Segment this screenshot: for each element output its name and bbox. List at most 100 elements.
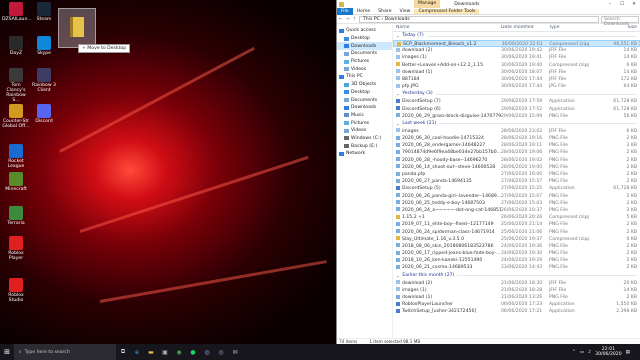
file-row[interactable]: panda.pfp 27/06/2020 16:00 PNG File 2 KB — [393, 171, 640, 178]
desktop-icon[interactable]: Discord — [30, 104, 58, 124]
file-row[interactable]: SCP_Blackmoment_Breach_v1.2 30/06/2020 22… — [393, 40, 640, 48]
chevron-up-icon[interactable]: ⌃ — [572, 350, 576, 355]
file-row[interactable]: Better+Leaves+Add-on+12.2_1.15 30/06/2020… — [393, 62, 640, 69]
task-view-icon[interactable]: ⧉ — [116, 344, 130, 360]
file-row[interactable]: 2020_06_28_endergamer-14648227 28/06/2020… — [393, 142, 640, 149]
file-row[interactable]: 2018_08_06_skin_20180806183523786 24/06/2… — [393, 243, 640, 250]
chrome-icon[interactable]: ◉ — [172, 344, 186, 360]
tab-share[interactable]: Share — [374, 9, 395, 14]
desktop-icon[interactable]: Rainbow 3 Client — [30, 68, 58, 93]
minimize-button[interactable]: – — [604, 2, 616, 7]
nav-item[interactable]: Videos — [337, 127, 392, 135]
desktop-icon[interactable]: DZSAILaun... — [2, 2, 32, 22]
notification-icon[interactable]: ▤ — [626, 350, 630, 355]
nav-item[interactable]: Pictures — [337, 58, 392, 66]
file-row[interactable]: 2019_07_11_elite-boy--fixed--12177149 25/… — [393, 221, 640, 228]
column-name[interactable]: Name — [393, 25, 501, 31]
context-tab-manage[interactable]: Manage — [414, 0, 441, 8]
desktop-icon[interactable]: Terraria — [2, 206, 30, 226]
group-header[interactable]: ⌄ Yesterday (3) — [393, 90, 640, 98]
forward-arrow-icon[interactable]: → — [345, 17, 350, 22]
column-type[interactable]: Type — [549, 25, 589, 31]
maximize-button[interactable]: ☐ — [616, 2, 628, 7]
spotify-icon[interactable]: ● — [186, 344, 200, 360]
desktop-icon[interactable]: Skype — [30, 36, 58, 56]
file-row[interactable]: 1.15.2 +1 26/06/2020 20:26 Compressed (zip… — [393, 214, 640, 221]
tab-file[interactable]: File — [337, 7, 353, 15]
group-header[interactable]: ⌄ Last week (21) — [393, 120, 640, 128]
search-input[interactable]: Search Downloads — [601, 15, 639, 27]
network-icon[interactable]: ▭ — [580, 350, 584, 355]
nav-item[interactable]: Documents — [337, 50, 392, 58]
file-row[interactable]: pfp.JPG 30/06/2020 17:44 JPG File 64 KB — [393, 83, 640, 90]
tab-home[interactable]: Home — [353, 9, 375, 14]
up-arrow-icon[interactable]: ↑ — [352, 17, 357, 22]
file-row[interactable]: 79014874d9e6f9ea48be034e27bb157b0... 28/0… — [393, 149, 640, 156]
file-row[interactable]: download (1) 21/06/2020 13:26 PNG File 2 KB — [393, 294, 640, 301]
file-row[interactable]: DiscordSetup (6) 29/06/2020 17:52 Applicat… — [393, 106, 640, 113]
group-header[interactable]: ⌄ Earlier this month (27) — [393, 272, 640, 280]
desktop-icon[interactable]: Roblox Studio — [2, 278, 30, 303]
desktop-icon[interactable]: Roblox Player — [2, 236, 30, 261]
nav-item[interactable]: Pictures — [337, 119, 392, 127]
file-row[interactable]: images (1) 21/06/2020 18:28 JFIF File 14 KB — [393, 287, 640, 294]
file-row[interactable]: 2020_06_27_panda-14694135 27/06/2020 15:5… — [393, 178, 640, 185]
nav-item[interactable]: Documents — [337, 96, 392, 104]
group-header[interactable]: ⌄ Today (7) — [393, 32, 640, 40]
file-row[interactable]: 2020_06_14_shoot-out--steve-14600528 28/0… — [393, 164, 640, 171]
steam-taskbar-icon[interactable]: ◎ — [214, 344, 228, 360]
tab-view[interactable]: View — [396, 9, 415, 14]
volume-icon[interactable]: ♪ — [588, 350, 591, 355]
nav-item[interactable]: Windows (C:) — [337, 135, 392, 143]
file-row[interactable]: TwitchSetup_[usher-342172456] 06/06/2020 … — [393, 308, 640, 315]
nav-item[interactable]: Network — [337, 150, 392, 158]
file-row[interactable]: RobloxPlayerLauncher 06/06/2020 17:23 Appl… — [393, 301, 640, 308]
file-row[interactable]: download (1) 30/06/2020 18:07 JFIF File 14 … — [393, 69, 640, 76]
nav-item[interactable]: Music — [337, 112, 392, 120]
nav-item[interactable]: Desktop — [337, 89, 392, 97]
file-row[interactable]: 2020_06_17_ripped-jeans-blue-fade-boy-..… — [393, 250, 640, 257]
store-icon[interactable]: ▣ — [158, 344, 172, 360]
nav-item[interactable]: Backup (E:) — [337, 142, 392, 150]
file-row[interactable]: 887184 30/06/2020 17:44 JFIF File 172 KB — [393, 76, 640, 83]
nav-item[interactable]: Desktop — [337, 35, 392, 43]
file-row[interactable]: 2018_10_26_ken-kaneki-12551490 24/06/2020… — [393, 257, 640, 264]
file-row[interactable]: 2020_06_30_cool-hoodie-14715324 28/06/202… — [393, 135, 640, 142]
nav-item[interactable]: Downloads — [337, 104, 392, 112]
mail-icon[interactable]: ✉ — [228, 344, 242, 360]
clock[interactable]: 22:01 30/06/2020 — [595, 347, 621, 357]
file-row[interactable]: 2020_06_26_panda-girl--lavender--14689..… — [393, 193, 640, 200]
file-row[interactable]: images 28/06/2020 23:02 JFIF File 6 KB — [393, 128, 640, 135]
file-explorer-icon[interactable]: ▬ — [144, 344, 158, 360]
desktop-icon[interactable]: Steam — [30, 2, 58, 22]
file-row[interactable]: DiscordSetup (7) 29/06/2020 17:59 Applicat… — [393, 98, 640, 105]
tab-compressed-folder-tools[interactable]: Compressed Folder Tools — [414, 8, 480, 14]
file-row[interactable]: Slay_Ultimate_1.16_v.3.5.0 25/06/2020 19:… — [393, 236, 640, 243]
file-row[interactable]: 2020_06_24_spiderman-class-14671914 25/06… — [393, 229, 640, 236]
file-row[interactable]: download (2) 21/06/2020 18:30 JFIF File 20 … — [393, 280, 640, 287]
file-row[interactable]: 2020_06_24_a~~~~~-dot-ong-cat-1468510 26/… — [393, 207, 640, 214]
file-row[interactable]: 2020_06_28_-hoody-base--14696270 28/06/20… — [393, 157, 640, 164]
discord-taskbar-icon[interactable]: ◍ — [200, 344, 214, 360]
address-bar[interactable]: This PC › Downloads — [359, 15, 599, 23]
nav-item[interactable]: This PC — [337, 73, 392, 81]
file-row[interactable]: download (2) 30/06/2020 19:42 JFIF File 14 … — [393, 47, 640, 54]
file-row[interactable]: 2020_06_21_cosmo-14689533 23/06/2020 14:4… — [393, 264, 640, 271]
close-button[interactable]: ✕ — [628, 2, 640, 7]
desktop-icon[interactable]: DayZ — [2, 36, 30, 56]
file-row[interactable]: 2020_06_29_grass-block-disguise-14707798… — [393, 113, 640, 120]
desktop-icon[interactable]: Rocket League — [2, 144, 30, 169]
desktop-icon[interactable]: Minecraft — [2, 172, 30, 192]
file-row[interactable]: images (1) 30/06/2020 19:41 JFIF File 14 KB — [393, 54, 640, 61]
nav-item[interactable]: Downloads — [337, 42, 392, 51]
edge-icon[interactable]: e — [130, 344, 144, 360]
file-row[interactable]: DiscordSetup (5) 27/06/2020 15:25 Applicat… — [393, 185, 640, 192]
back-arrow-icon[interactable]: ← — [338, 17, 343, 22]
taskbar-search[interactable]: ⌕ Type here to search — [14, 344, 116, 360]
column-date-modified[interactable]: Date modified — [501, 25, 549, 31]
nav-item[interactable]: Quick access — [337, 27, 392, 35]
nav-item[interactable]: Videos — [337, 65, 392, 73]
windows-start-icon[interactable]: ⊞ — [0, 348, 14, 356]
file-row[interactable]: 2020_06_25_teddy-e-boy-14687503 27/06/202… — [393, 200, 640, 207]
column-size[interactable]: Size — [589, 25, 639, 31]
